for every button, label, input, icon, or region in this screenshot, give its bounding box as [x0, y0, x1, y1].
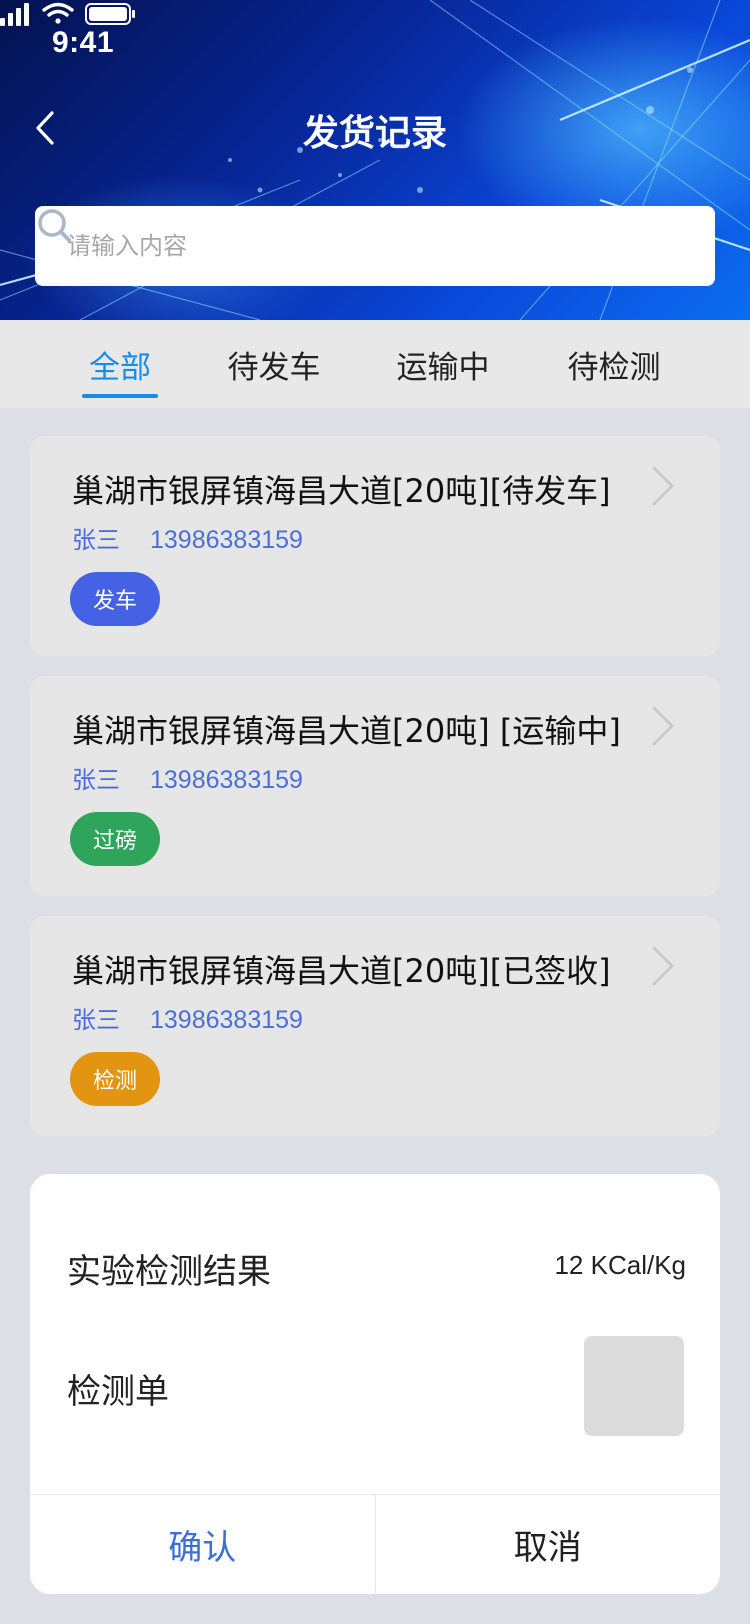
tab-label: 待检测 [567, 349, 661, 386]
result-label: 实验检测结果 [67, 1252, 271, 1292]
tab-label: 运输中 [396, 349, 490, 386]
contact-phone[interactable]: 13986383159 [150, 766, 303, 794]
header-banner: 9:41 发货记录 [0, 0, 750, 320]
tab-label: 全部 [89, 349, 151, 386]
chevron-right-icon[interactable] [650, 464, 676, 508]
tab-in-transit[interactable]: 运输中 [395, 320, 491, 408]
contact-name: 张三 [72, 1006, 120, 1034]
contact-phone[interactable]: 13986383159 [150, 526, 303, 554]
chevron-right-icon[interactable] [650, 944, 676, 988]
contact-phone[interactable]: 13986383159 [150, 1006, 303, 1034]
tab-all[interactable]: 全部 [82, 320, 158, 408]
record-title: 巢湖市银屏镇海昌大道[20吨] [运输中] [72, 712, 621, 750]
status-time: 9:41 [52, 26, 115, 59]
inspect-button[interactable]: 检测 [70, 1052, 160, 1106]
search-input[interactable] [67, 232, 691, 260]
record-card[interactable]: 巢湖市银屏镇海昌大道[20吨] [运输中] 张三 13986383159 过磅 [30, 676, 720, 896]
tab-active-indicator [82, 394, 158, 398]
result-value: 12 KCal/Kg [554, 1250, 686, 1280]
search-bar [35, 206, 715, 286]
page-title: 发货记录 [302, 113, 447, 154]
cancel-button[interactable]: 取消 [376, 1495, 721, 1594]
record-title: 巢湖市银屏镇海昌大道[20吨][待发车] [72, 472, 611, 510]
confirm-button[interactable]: 确认 [30, 1495, 376, 1594]
tab-label: 待发车 [227, 349, 321, 386]
inspection-result-dialog: 实验检测结果 12 KCal/Kg 检测单 确认 取消 [30, 1174, 720, 1594]
record-card[interactable]: 巢湖市银屏镇海昌大道[20吨][待发车] 张三 13986383159 发车 [30, 436, 720, 656]
dialog-actions: 确认 取消 [30, 1494, 720, 1594]
record-contact: 张三 13986383159 [72, 760, 303, 795]
status-icons [0, 2, 135, 26]
record-contact: 张三 13986383159 [72, 1000, 303, 1035]
depart-button[interactable]: 发车 [70, 572, 160, 626]
contact-name: 张三 [72, 766, 120, 794]
status-tabs: 全部 待发车 运输中 待检测 [0, 320, 750, 408]
contact-name: 张三 [72, 526, 120, 554]
report-label: 检测单 [67, 1372, 169, 1412]
weigh-button[interactable]: 过磅 [70, 812, 160, 866]
record-card[interactable]: 巢湖市银屏镇海昌大道[20吨][已签收] 张三 13986383159 检测 [30, 916, 720, 1136]
tab-pending-inspection[interactable]: 待检测 [566, 320, 662, 408]
status-bar: 9:41 [0, 0, 750, 88]
tab-pending-departure[interactable]: 待发车 [226, 320, 322, 408]
chevron-right-icon[interactable] [650, 704, 676, 748]
signal-icon [0, 3, 29, 26]
search-icon[interactable] [35, 206, 75, 246]
report-image-thumbnail[interactable] [584, 1336, 684, 1436]
record-title: 巢湖市银屏镇海昌大道[20吨][已签收] [72, 952, 611, 990]
battery-icon [85, 3, 135, 25]
wifi-icon [42, 2, 74, 24]
record-contact: 张三 13986383159 [72, 520, 303, 555]
